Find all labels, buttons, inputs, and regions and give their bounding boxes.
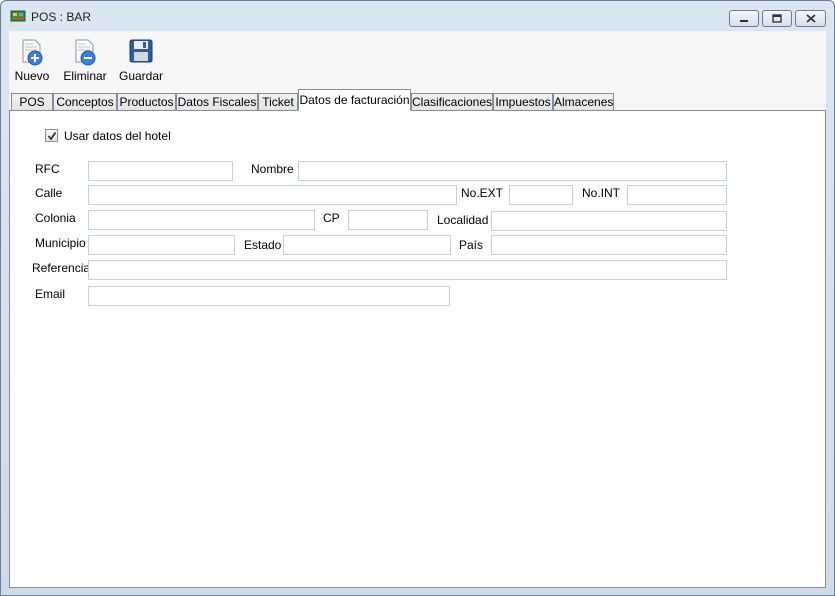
- municipio-input[interactable]: [88, 235, 235, 255]
- no-int-input[interactable]: [627, 185, 727, 205]
- new-button[interactable]: Nuevo: [14, 37, 50, 83]
- cp-label: CP: [323, 211, 340, 225]
- tab-label: Conceptos: [56, 95, 114, 109]
- calle-label: Calle: [35, 186, 63, 200]
- tab-label: Productos: [119, 95, 174, 109]
- cp-input[interactable]: [348, 210, 428, 230]
- rfc-input[interactable]: [88, 161, 233, 181]
- tab-label: Ticket: [262, 95, 294, 109]
- referencia-input[interactable]: [88, 260, 727, 280]
- referencia-label: Referencia: [32, 261, 91, 275]
- tab-conceptos[interactable]: Conceptos: [53, 93, 117, 111]
- save-button[interactable]: Guardar: [119, 37, 163, 83]
- minimize-icon: [740, 19, 748, 22]
- use-hotel-data-label: Usar datos del hotel: [64, 129, 171, 143]
- delete-button[interactable]: Eliminar: [62, 37, 108, 83]
- tab-strip: POS Conceptos Productos Datos Fiscales T…: [9, 89, 826, 111]
- checkmark-icon: [47, 132, 57, 141]
- colonia-input[interactable]: [88, 210, 315, 230]
- no-ext-label: No.EXT: [461, 186, 504, 200]
- tab-impuestos[interactable]: Impuestos: [493, 93, 553, 111]
- tab-label: Impuestos: [495, 95, 551, 109]
- tab-label: Clasificaciones: [412, 95, 493, 109]
- new-button-label: Nuevo: [14, 69, 50, 83]
- document-add-icon: [22, 39, 43, 66]
- estado-label: Estado: [244, 238, 282, 252]
- close-icon: [805, 14, 816, 23]
- pos-app-icon: [10, 10, 26, 22]
- window-bottom-border: [9, 588, 826, 596]
- tab-label: Datos Fiscales: [177, 95, 257, 109]
- tab-label: Datos de facturación: [299, 93, 410, 107]
- localidad-label: Localidad: [437, 213, 489, 227]
- tab-label: POS: [19, 95, 45, 109]
- use-hotel-data-checkbox[interactable]: [45, 129, 58, 142]
- pais-input[interactable]: [491, 235, 727, 255]
- tab-almacenes[interactable]: Almacenes: [553, 93, 614, 111]
- toolbar: Nuevo Eliminar Guardar: [9, 31, 826, 89]
- no-int-label: No.INT: [582, 186, 621, 200]
- pais-label: País: [459, 238, 484, 252]
- document-remove-icon: [75, 39, 96, 66]
- no-ext-input[interactable]: [509, 185, 573, 205]
- window-title: POS : BAR: [31, 10, 92, 24]
- tab-clasificaciones[interactable]: Clasificaciones: [411, 93, 493, 111]
- tab-ticket[interactable]: Ticket: [258, 93, 298, 111]
- billing-data-panel: Usar datos del hotel RFC Nombre Calle No…: [9, 110, 826, 588]
- colonia-label: Colonia: [35, 211, 76, 225]
- rfc-label: RFC: [35, 162, 60, 176]
- email-label: Email: [35, 287, 66, 301]
- save-button-label: Guardar: [119, 69, 164, 83]
- tab-pos[interactable]: POS: [11, 93, 53, 111]
- tab-datos-facturacion[interactable]: Datos de facturación: [298, 89, 411, 111]
- nombre-label: Nombre: [251, 162, 294, 176]
- municipio-label: Municipio: [35, 236, 86, 250]
- tab-datos-fiscales[interactable]: Datos Fiscales: [176, 93, 258, 111]
- email-input[interactable]: [88, 286, 450, 306]
- minimize-button[interactable]: [729, 10, 759, 27]
- delete-button-label: Eliminar: [63, 69, 107, 83]
- floppy-disk-icon: [129, 39, 153, 63]
- maximize-icon: [772, 14, 782, 23]
- main-window: POS : BAR Nuevo Eliminar Guardar POS Con…: [0, 0, 835, 596]
- estado-input[interactable]: [283, 235, 451, 255]
- close-button[interactable]: [795, 10, 826, 27]
- tab-productos[interactable]: Productos: [117, 93, 176, 111]
- nombre-input[interactable]: [298, 161, 727, 181]
- title-bar[interactable]: POS : BAR: [1, 1, 834, 31]
- maximize-button[interactable]: [762, 10, 792, 27]
- calle-input[interactable]: [88, 185, 457, 205]
- tab-label: Almacenes: [554, 95, 614, 109]
- localidad-input[interactable]: [491, 211, 727, 231]
